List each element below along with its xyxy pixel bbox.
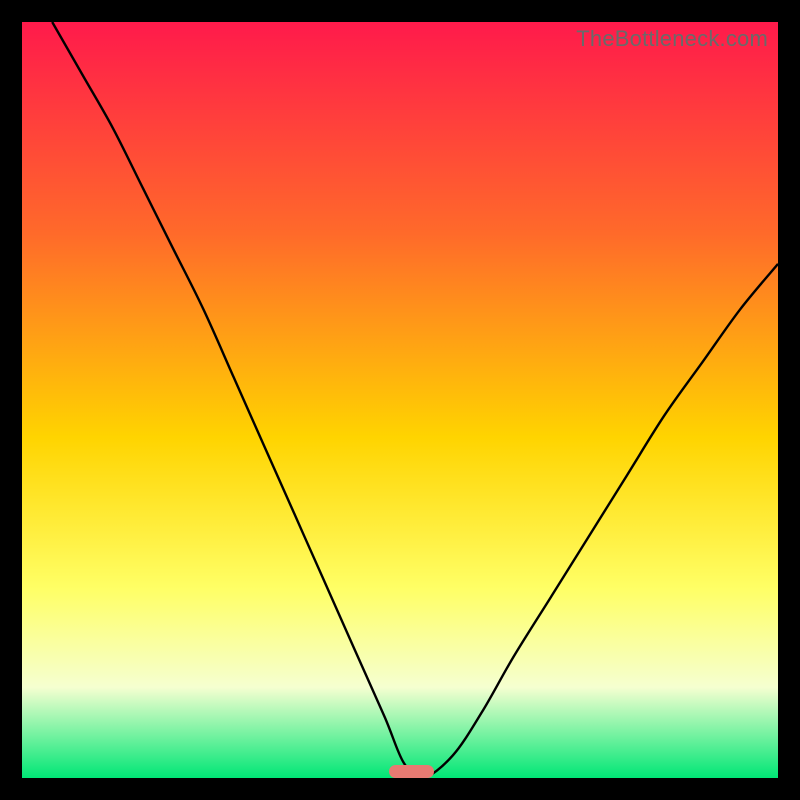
gradient-background bbox=[22, 22, 778, 778]
chart-frame: TheBottleneck.com bbox=[22, 22, 778, 778]
optimal-marker bbox=[389, 765, 434, 778]
watermark-text: TheBottleneck.com bbox=[576, 26, 768, 52]
bottleneck-chart bbox=[22, 22, 778, 778]
